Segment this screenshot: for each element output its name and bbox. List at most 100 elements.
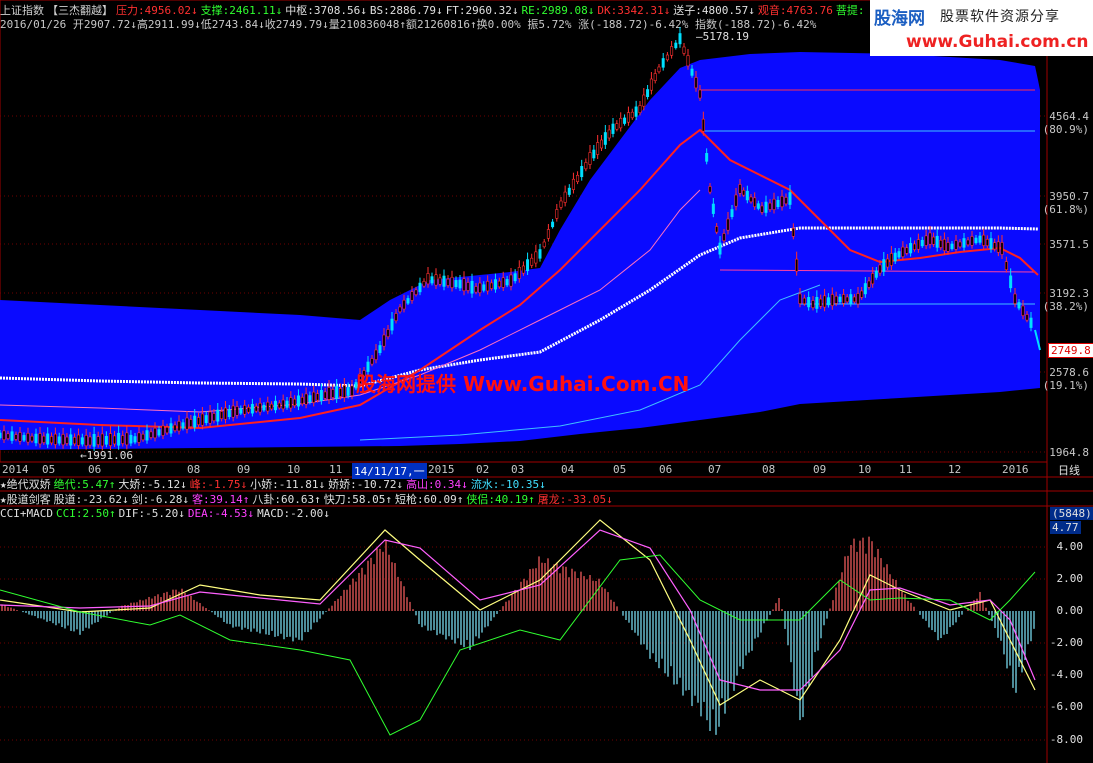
- candle-body: [985, 239, 989, 247]
- indicator-shuangjiao[interactable]: ★绝代双娇 绝代:5.47↑ 大娇:-5.12↓ 峰:-1.75↓ 小娇:-11.81↓…: [0, 478, 549, 491]
- candle-body: [442, 275, 446, 287]
- candle-body: [576, 174, 580, 182]
- candle-body: [776, 199, 780, 207]
- indicator-gudaojianke[interactable]: ★股道剑客 股道:-23.62↓ 剑:-6.28↓ 客:39.14↑ 八卦:60.63↑…: [0, 493, 616, 506]
- candle-body: [181, 422, 185, 429]
- candle-body: [73, 437, 77, 445]
- candle-body: [185, 417, 189, 430]
- candle-body: [871, 273, 875, 285]
- candle-body: [580, 166, 584, 178]
- candle-body: [250, 404, 254, 414]
- candle-body: [1013, 293, 1017, 304]
- candle-body: [1029, 317, 1033, 328]
- candle-body: [784, 197, 788, 205]
- time-tick-9: 2015: [428, 463, 455, 476]
- candle-body: [231, 405, 235, 418]
- macd-tick-3: -2.00: [1049, 636, 1083, 649]
- price-tick-4: 2578.6: [1049, 366, 1089, 379]
- candle-body: [838, 296, 842, 303]
- candle-body: [57, 436, 61, 444]
- watermark-brand: 股海网: [874, 9, 925, 29]
- price-tick-0: 4564.4: [1049, 110, 1089, 123]
- ind3-item-1: CCI:2.50↑: [55, 507, 116, 520]
- candle-body: [722, 233, 726, 241]
- candle-body: [308, 395, 312, 403]
- candle-body: [882, 259, 886, 272]
- candle-body: [316, 393, 320, 401]
- candle-body: [80, 437, 84, 445]
- candle-body: [901, 246, 905, 258]
- candle-body: [563, 191, 567, 203]
- ind1-item-1: 绝代:5.47↑: [53, 478, 116, 491]
- time-tick-20: 12: [948, 463, 962, 476]
- candle-body: [462, 278, 466, 292]
- candle-body: [661, 58, 665, 68]
- candle-body: [193, 415, 197, 428]
- price-pct-4: (19.1%): [1042, 379, 1089, 392]
- candle-body: [530, 257, 534, 266]
- price-tick-1: 3950.7: [1049, 190, 1089, 203]
- candle-body: [10, 431, 14, 441]
- candle-body: [670, 46, 674, 56]
- ind2-item-1: 股道:-23.62↓: [53, 493, 129, 506]
- candle-body: [312, 391, 316, 403]
- candle-body: [665, 54, 669, 61]
- candle-body: [993, 242, 997, 250]
- candle-body: [924, 235, 928, 246]
- candle-body: [189, 419, 193, 427]
- candle-body: [254, 406, 258, 412]
- candle-body: [708, 186, 712, 193]
- ind1-item-2: 大娇:-5.12↓: [118, 478, 187, 491]
- candle-body: [599, 139, 603, 149]
- candle-body: [705, 153, 709, 162]
- candle-body: [970, 236, 974, 246]
- candle-body: [129, 434, 133, 444]
- candle-body: [823, 295, 827, 308]
- time-tick-11: 03: [511, 463, 525, 476]
- watermark-slogan: 股票软件资源分享: [940, 9, 1060, 25]
- candle-body: [1004, 261, 1008, 270]
- candle-body: [42, 435, 46, 443]
- candle-body: [694, 77, 698, 89]
- candle-body: [588, 152, 592, 165]
- candle-body: [426, 273, 430, 285]
- candle-body: [398, 306, 402, 313]
- candle-body: [905, 247, 909, 254]
- candle-body: [247, 407, 251, 413]
- candle-body: [204, 415, 208, 423]
- candle-body: [227, 409, 231, 417]
- ind3-item-0: CCI+MACD: [0, 507, 53, 520]
- ind2-item-3: 客:39.14↑: [191, 493, 250, 506]
- candle-body: [638, 105, 642, 113]
- candle-body: [289, 397, 293, 409]
- period-label[interactable]: 日线: [1058, 464, 1080, 477]
- candle-body: [374, 349, 378, 360]
- candle-body: [121, 435, 125, 444]
- candle-body: [430, 276, 434, 284]
- candle-body: [559, 200, 563, 208]
- candle-body: [53, 433, 57, 445]
- candle-body: [402, 299, 406, 310]
- candle-body: [262, 404, 266, 411]
- time-tick-13: 05: [613, 463, 627, 476]
- candle-body: [551, 221, 555, 228]
- time-tick-7: 11: [329, 463, 343, 476]
- candle-body: [546, 229, 550, 239]
- indicator-cci-macd[interactable]: CCI+MACD CCI:2.50↑ DIF:-5.20↓ DEA:-4.53↓ MAC…: [0, 507, 333, 520]
- candle-body: [304, 393, 308, 405]
- macd-tick-0: 4.00: [1056, 540, 1084, 553]
- candle-body: [567, 187, 571, 195]
- candle-body: [711, 203, 715, 214]
- candle-body: [338, 388, 342, 397]
- time-tick-18: 10: [858, 463, 872, 476]
- time-tick-8: 14/11/17,一: [352, 463, 427, 479]
- ind1-item-4: 小娇:-11.81↓: [250, 478, 326, 491]
- candle-body: [273, 400, 277, 411]
- candle-body: [517, 266, 521, 279]
- ind1-item-0: ★绝代双娇: [0, 478, 51, 491]
- candle-body: [942, 239, 946, 251]
- ind3-item-4: MACD:-2.00↓: [257, 507, 330, 520]
- candle-body: [422, 280, 426, 287]
- candle-body: [718, 242, 722, 255]
- candle-body: [493, 279, 497, 290]
